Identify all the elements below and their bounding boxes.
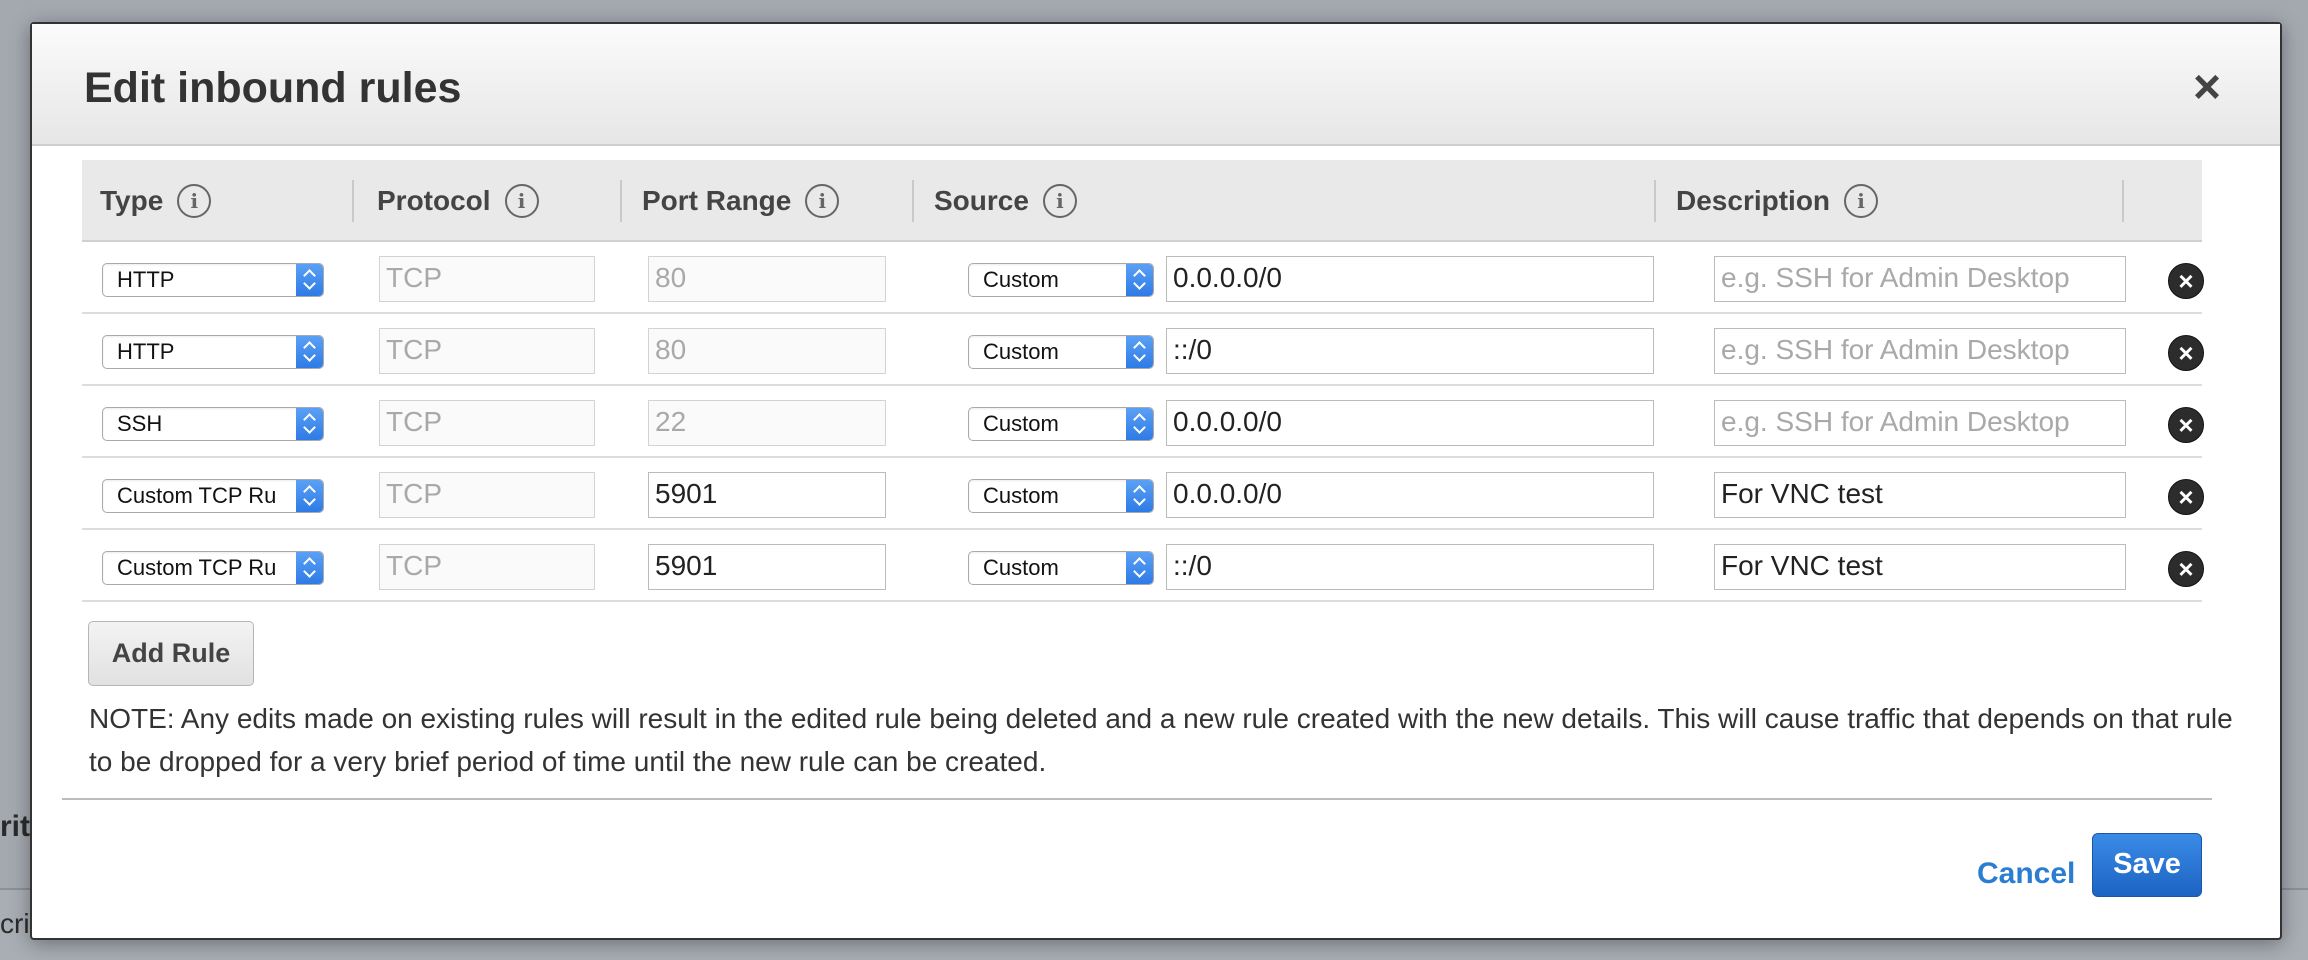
source-type-select[interactable]: Custom — [968, 263, 1154, 297]
column-divider — [1654, 180, 1656, 222]
description-input[interactable]: For VNC test — [1714, 472, 2126, 518]
port-range-input[interactable]: 5901 — [648, 472, 886, 518]
port-range-field: 22 — [648, 400, 886, 446]
add-rule-button[interactable]: Add Rule — [88, 621, 254, 686]
rule-row: HTTP TCP 80 Custom ::/0 e.g. SSH for Adm… — [82, 314, 2204, 386]
port-range-field: 80 — [648, 328, 886, 374]
source-cidr-input[interactable]: ::/0 — [1166, 544, 1654, 590]
info-icon[interactable]: i — [805, 183, 840, 218]
column-divider — [2122, 180, 2124, 222]
select-chevrons-icon — [296, 264, 323, 296]
delete-rule-icon[interactable]: × — [2168, 263, 2204, 299]
description-input[interactable]: e.g. SSH for Admin Desktop — [1714, 328, 2126, 374]
edit-warning-note: NOTE: Any edits made on existing rules w… — [89, 703, 2233, 777]
source-cidr-input[interactable]: ::/0 — [1166, 328, 1654, 374]
rule-row: SSH TCP 22 Custom 0.0.0.0/0 e.g. SSH for… — [82, 386, 2204, 458]
info-icon[interactable]: i — [504, 183, 539, 218]
select-chevrons-icon — [1126, 336, 1153, 368]
protocol-field: TCP — [379, 400, 595, 446]
source-type-select-value: Custom — [983, 339, 1059, 364]
column-header-source: Source i — [934, 160, 1077, 242]
type-select-value: SSH — [117, 411, 163, 436]
footer-divider — [62, 798, 2212, 800]
rule-row: Custom TCP Ru TCP 5901 Custom 0.0.0.0/0 … — [82, 458, 2204, 530]
type-select-value: Custom TCP Ru — [117, 555, 277, 580]
type-select-value: HTTP — [117, 267, 175, 292]
column-header-description: Description i — [1676, 160, 1879, 242]
info-icon[interactable]: i — [1844, 183, 1879, 218]
column-header-type: Type i — [100, 160, 212, 242]
delete-rule-icon[interactable]: × — [2168, 335, 2204, 371]
protocol-field: TCP — [379, 544, 595, 590]
source-cidr-input[interactable]: 0.0.0.0/0 — [1166, 472, 1654, 518]
type-select[interactable]: HTTP — [102, 263, 324, 297]
edit-inbound-rules-dialog: Edit inbound rules × Type i Protocol i Por… — [30, 22, 2282, 940]
column-header-label: Protocol — [377, 185, 491, 216]
column-header-label: Port Range — [642, 185, 792, 216]
column-header-port-range: Port Range i — [642, 160, 840, 242]
source-type-select-value: Custom — [983, 483, 1059, 508]
select-chevrons-icon — [296, 552, 323, 584]
source-cidr-input[interactable]: 0.0.0.0/0 — [1166, 256, 1654, 302]
select-chevrons-icon — [296, 480, 323, 512]
select-chevrons-icon — [1126, 480, 1153, 512]
delete-rule-icon[interactable]: × — [2168, 479, 2204, 515]
source-type-select[interactable]: Custom — [968, 479, 1154, 513]
column-header-label: Description — [1676, 185, 1831, 216]
column-header-label: Type — [100, 185, 164, 216]
description-input[interactable]: e.g. SSH for Admin Desktop — [1714, 400, 2126, 446]
source-type-select-value: Custom — [983, 555, 1059, 580]
select-chevrons-icon — [296, 336, 323, 368]
source-type-select-value: Custom — [983, 267, 1059, 292]
type-select[interactable]: Custom TCP Ru — [102, 479, 324, 513]
info-icon[interactable]: i — [1042, 183, 1077, 218]
select-chevrons-icon — [1126, 552, 1153, 584]
type-select[interactable]: Custom TCP Ru — [102, 551, 324, 585]
port-range-input[interactable]: 5901 — [648, 544, 886, 590]
close-icon[interactable]: × — [2184, 64, 2230, 112]
description-input[interactable]: For VNC test — [1714, 544, 2126, 590]
save-button[interactable]: Save — [2092, 833, 2202, 897]
rule-row: HTTP TCP 80 Custom 0.0.0.0/0 e.g. SSH fo… — [82, 242, 2204, 314]
source-type-select-value: Custom — [983, 411, 1059, 436]
protocol-field: TCP — [379, 472, 595, 518]
type-select-value: Custom TCP Ru — [117, 483, 277, 508]
column-header-label: Source — [934, 185, 1029, 216]
dialog-header: Edit inbound rules × — [32, 24, 2280, 146]
delete-rule-icon[interactable]: × — [2168, 407, 2204, 443]
column-divider — [912, 180, 914, 222]
dialog-title: Edit inbound rules — [84, 64, 462, 112]
cancel-button[interactable]: Cancel — [1977, 857, 2075, 891]
source-type-select[interactable]: Custom — [968, 407, 1154, 441]
info-icon[interactable]: i — [177, 183, 212, 218]
column-header-protocol: Protocol i — [377, 160, 539, 242]
column-divider — [620, 180, 622, 222]
column-divider — [352, 180, 354, 222]
type-select[interactable]: HTTP — [102, 335, 324, 369]
select-chevrons-icon — [1126, 264, 1153, 296]
port-range-field: 80 — [648, 256, 886, 302]
delete-rule-icon[interactable]: × — [2168, 551, 2204, 587]
rules-table-header: Type i Protocol i Port Range i Source i Desc… — [82, 160, 2202, 242]
background-text-fragment: cri — [0, 908, 30, 939]
source-type-select[interactable]: Custom — [968, 551, 1154, 585]
select-chevrons-icon — [296, 408, 323, 440]
source-cidr-input[interactable]: 0.0.0.0/0 — [1166, 400, 1654, 446]
type-select-value: HTTP — [117, 339, 175, 364]
rule-row: Custom TCP Ru TCP 5901 Custom ::/0 For V… — [82, 530, 2204, 602]
protocol-field: TCP — [379, 256, 595, 302]
protocol-field: TCP — [379, 328, 595, 374]
source-type-select[interactable]: Custom — [968, 335, 1154, 369]
description-input[interactable]: e.g. SSH for Admin Desktop — [1714, 256, 2126, 302]
select-chevrons-icon — [1126, 408, 1153, 440]
type-select[interactable]: SSH — [102, 407, 324, 441]
